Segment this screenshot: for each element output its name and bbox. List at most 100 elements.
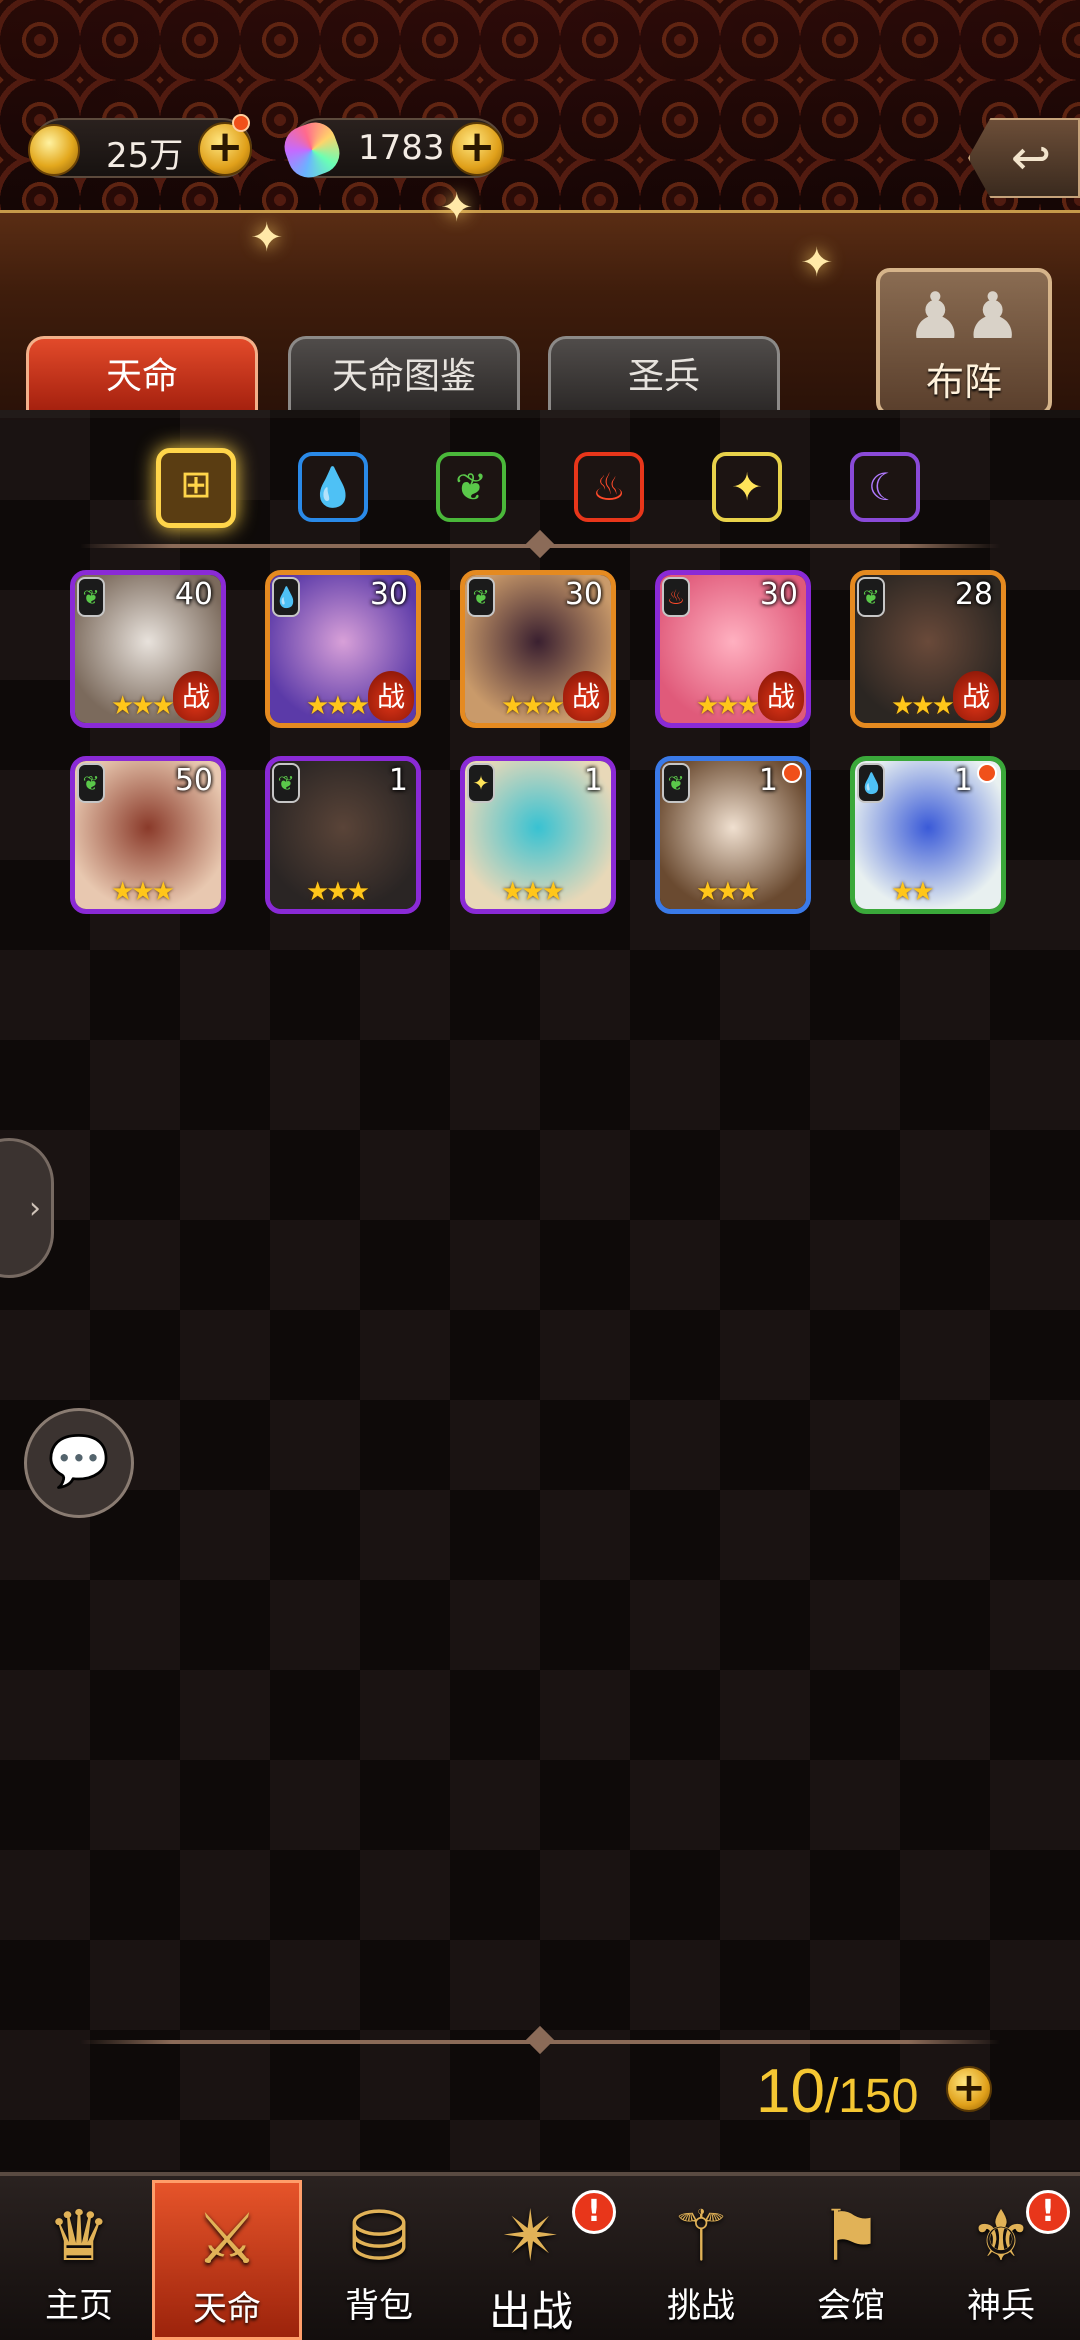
ornamental-divider [80, 2040, 1000, 2044]
formation-label: 布阵 [925, 360, 1002, 404]
hero-card[interactable]: 💧 30 ★★★★ 战 [265, 570, 421, 728]
hero-level: 30 [564, 577, 603, 612]
notification-dot [782, 763, 802, 783]
formation-button[interactable]: ♟♟ 布阵 [876, 268, 1052, 416]
fire-icon: ♨ [591, 465, 627, 509]
hero-stars: ★★★ [891, 691, 955, 721]
filter-water[interactable]: 💧 [298, 452, 368, 522]
hero-stars: ★★★ [501, 691, 565, 721]
in-battle-badge: 战 [368, 671, 414, 721]
filter-moon[interactable]: ☾ [850, 452, 920, 522]
gem-amount: 1783 [358, 128, 445, 168]
leaf-element-icon: ❦ [467, 577, 495, 617]
star-icon: ✦ [731, 465, 763, 509]
sparkle-icon: ✦ [800, 240, 834, 286]
in-battle-badge: 战 [953, 671, 999, 721]
hero-level: 1 [583, 763, 603, 798]
moon-icon: ☾ [867, 465, 903, 509]
nav-divine-weapon[interactable]: ⚜ 神兵 ! [926, 2180, 1076, 2340]
hero-level: 40 [174, 577, 213, 612]
gold-amount: 25万 [106, 136, 184, 176]
filter-leaf[interactable]: ❦ [436, 452, 506, 522]
leaf-element-icon: ❦ [77, 763, 105, 803]
nav-destiny[interactable]: ⚔ 天命 [152, 2180, 302, 2340]
hero-stars: ★★★ [306, 877, 370, 907]
hero-stars: ★★★ [501, 877, 565, 907]
leaf-element-icon: ❦ [77, 577, 105, 617]
hero-card[interactable]: ❦ 30 ★★★ 战 [460, 570, 616, 728]
alert-badge: ! [572, 2190, 616, 2234]
helmet-icon: ⚔ [195, 2198, 259, 2280]
hero-card[interactable]: ❦ 50 ★★★ [70, 756, 226, 914]
hero-card[interactable]: ❦ 40 ★★★ 战 [70, 570, 226, 728]
tab-destiny-codex[interactable]: 天命图鉴 [288, 336, 520, 412]
hero-card[interactable]: ✦ 1 ★★★ [460, 756, 616, 914]
hero-stars: ★★★ [696, 691, 760, 721]
hero-level: 1 [758, 763, 778, 798]
notification-dot [977, 763, 997, 783]
ornamental-divider [80, 544, 1000, 548]
in-battle-badge: 战 [173, 671, 219, 721]
hero-stars: ★★ [891, 877, 935, 907]
hero-card[interactable]: ❦ 1 ★★★ [655, 756, 811, 914]
hero-card[interactable]: ❦ 1 ★★★ [265, 756, 421, 914]
chess-pawn-icon: ♟♟ [906, 280, 1022, 354]
add-gem-button[interactable]: + [450, 122, 504, 176]
in-battle-badge: 战 [563, 671, 609, 721]
in-battle-badge: 战 [758, 671, 804, 721]
chat-bubble-icon: 💬 [47, 1432, 111, 1490]
filter-fire[interactable]: ♨ [574, 452, 644, 522]
backpack-icon: ⛁ [349, 2195, 409, 2277]
nav-battle[interactable]: ✴ 出战 ! [456, 2180, 616, 2340]
hero-stars: ★★★ [111, 691, 175, 721]
back-button[interactable]: ↩ [968, 118, 1080, 198]
nav-challenge[interactable]: ⚚ 挑战 [626, 2180, 776, 2340]
hero-card[interactable]: 💧 1 ★★ [850, 756, 1006, 914]
nav-backpack[interactable]: ⛁ 背包 [304, 2180, 454, 2340]
hero-level: 1 [953, 763, 973, 798]
hero-stars: ★★★ [111, 877, 175, 907]
notification-dot [232, 114, 250, 132]
hero-card[interactable]: ♨ 30 ★★★ 战 [655, 570, 811, 728]
sword-icon: ⚚ [669, 2195, 733, 2277]
crown-icon: ♛ [47, 2195, 111, 2277]
leaf-element-icon: ❦ [272, 763, 300, 803]
expand-capacity-button[interactable]: + [946, 2066, 992, 2112]
nav-guild[interactable]: ⚑ 会馆 [776, 2180, 926, 2340]
fire-element-icon: ♨ [662, 577, 690, 617]
hero-level: 30 [759, 577, 798, 612]
nav-label-home: 主页 [45, 2286, 113, 2326]
hero-level: 30 [369, 577, 408, 612]
banner-icon: ⚑ [819, 2195, 883, 2277]
star-element-icon: ✦ [467, 763, 495, 803]
filter-star[interactable]: ✦ [712, 452, 782, 522]
sparkle-icon: ✦ [440, 185, 474, 231]
hero-stars: ★★★ [696, 877, 760, 907]
hero-level: 50 [174, 763, 213, 798]
water-element-icon: 💧 [272, 577, 300, 617]
nav-label-divine-weapon: 神兵 [967, 2286, 1035, 2326]
leaf-icon: ❦ [455, 465, 487, 509]
hero-count-max: /150 [824, 2070, 919, 2123]
water-element-icon: 💧 [857, 763, 885, 803]
lace-ornament [0, 0, 1080, 210]
hero-level: 1 [388, 763, 408, 798]
chat-button[interactable]: 💬 [24, 1408, 134, 1518]
nav-label-destiny: 天命 [193, 2289, 261, 2329]
tab-holy-weapon[interactable]: 圣兵 [548, 336, 780, 412]
hero-card[interactable]: ❦ 28 ★★★ 战 [850, 570, 1006, 728]
sparkle-icon: ✦ [250, 215, 284, 261]
alert-badge: ! [1026, 2190, 1070, 2234]
nav-home[interactable]: ♛ 主页 [4, 2180, 154, 2340]
nav-label-guild: 会馆 [817, 2286, 885, 2326]
gold-coin-icon [28, 124, 80, 176]
side-panel-toggle[interactable]: › [0, 1138, 54, 1278]
filter-all[interactable]: ⊞ [156, 448, 236, 528]
water-icon: 💧 [309, 465, 357, 509]
hero-count: 10/150 [756, 2056, 918, 2127]
nav-label-challenge: 挑战 [667, 2286, 735, 2326]
hero-level: 28 [954, 577, 993, 612]
leaf-element-icon: ❦ [662, 763, 690, 803]
nav-label-backpack: 背包 [345, 2286, 413, 2326]
tab-destiny[interactable]: 天命 [26, 336, 258, 412]
